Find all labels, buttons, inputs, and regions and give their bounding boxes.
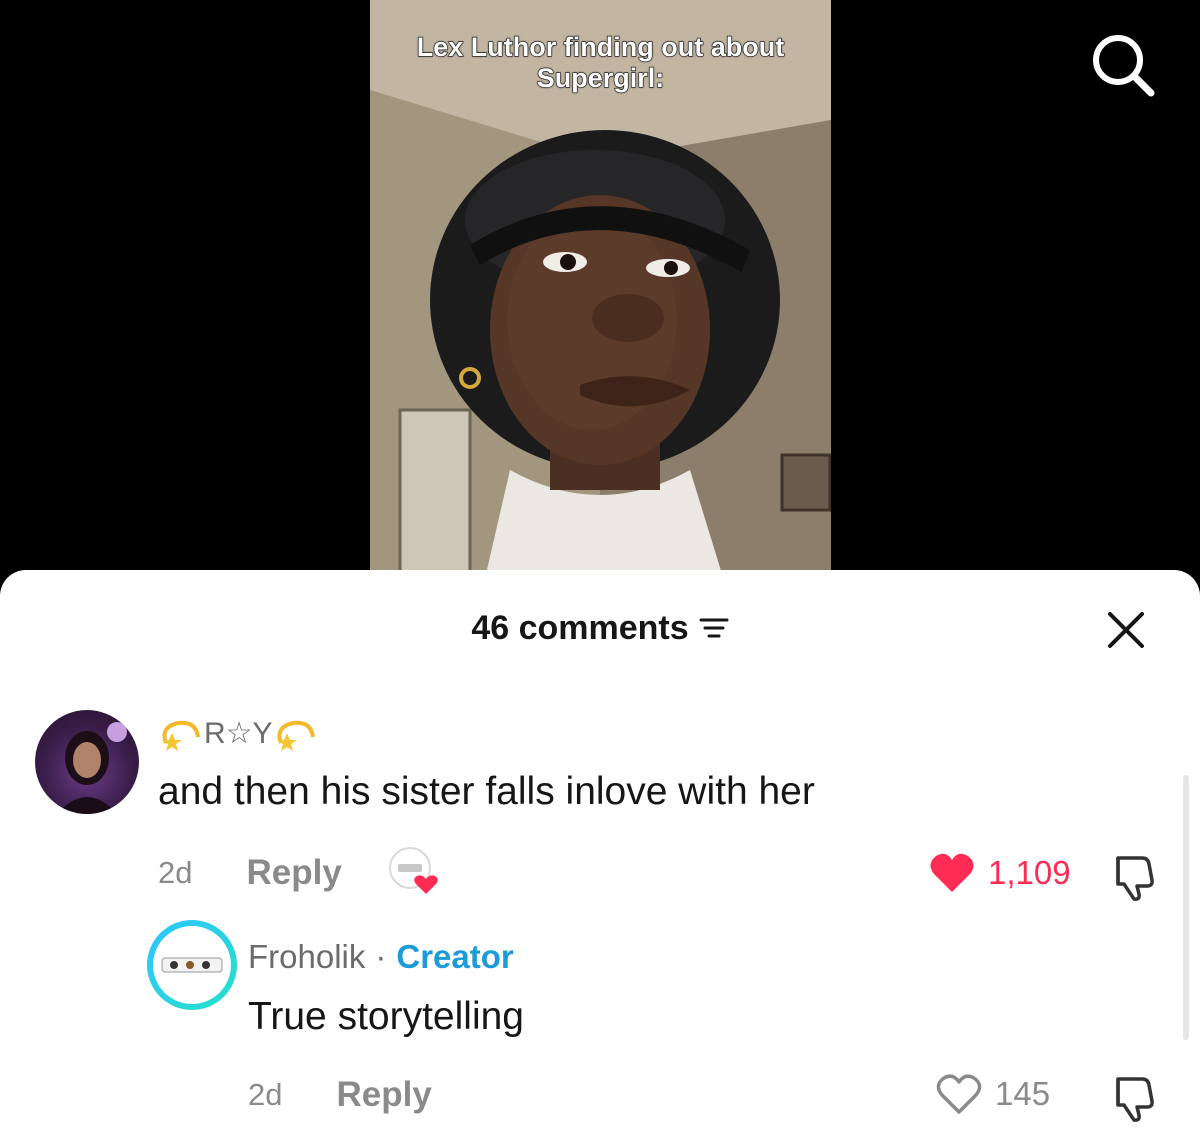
username-text: Froholik bbox=[248, 938, 366, 975]
reply-button[interactable]: Reply bbox=[246, 853, 341, 893]
search-icon[interactable] bbox=[1088, 30, 1158, 100]
creator-badge: Creator bbox=[396, 938, 514, 975]
close-icon[interactable] bbox=[1106, 610, 1146, 650]
comments-header: 46 comments bbox=[0, 598, 1200, 658]
creator-liked-badge bbox=[388, 846, 442, 900]
like-count: 145 bbox=[995, 1075, 1051, 1112]
thumbs-down-icon[interactable] bbox=[1108, 1073, 1158, 1123]
dizzy-icon bbox=[162, 720, 200, 751]
thumbs-down-icon[interactable] bbox=[1108, 852, 1158, 902]
comment-username[interactable]: Froholik · Creator bbox=[248, 938, 514, 976]
comment-meta: 2d Reply bbox=[248, 1075, 432, 1115]
like-button[interactable]: 1,109 bbox=[928, 852, 1071, 894]
scrollbar[interactable] bbox=[1183, 775, 1189, 1040]
creator-logo bbox=[153, 926, 231, 1004]
comment-text: and then his sister falls inlove with he… bbox=[158, 770, 815, 813]
comment-time: 2d bbox=[248, 1077, 283, 1112]
comment-count: 46 comments bbox=[471, 608, 689, 647]
username-text: R☆Y bbox=[204, 716, 273, 750]
video-player[interactable]: Lex Luthor finding out about Supergirl: bbox=[370, 0, 831, 600]
dizzy-icon bbox=[276, 720, 315, 751]
comment-text: True storytelling bbox=[248, 995, 524, 1038]
comments-sheet: 46 comments R☆Y and then his sister fall… bbox=[0, 570, 1200, 1148]
avatar[interactable] bbox=[147, 920, 237, 1010]
reply-button[interactable]: Reply bbox=[336, 1075, 431, 1115]
like-count: 1,109 bbox=[988, 854, 1071, 891]
heart-outline-icon bbox=[936, 1074, 982, 1114]
sort-icon[interactable] bbox=[699, 613, 729, 643]
comment-meta: 2d Reply bbox=[158, 847, 442, 894]
comment-time: 2d bbox=[158, 855, 193, 890]
comment-username[interactable]: R☆Y bbox=[158, 713, 319, 753]
avatar[interactable] bbox=[35, 710, 139, 814]
heart-filled-icon bbox=[930, 853, 974, 892]
separator-dot: · bbox=[375, 938, 387, 975]
video-area: Lex Luthor finding out about Supergirl: bbox=[0, 0, 1200, 600]
like-button[interactable]: 145 bbox=[935, 1073, 1050, 1115]
video-caption: Lex Luthor finding out about Supergirl: bbox=[416, 31, 785, 93]
